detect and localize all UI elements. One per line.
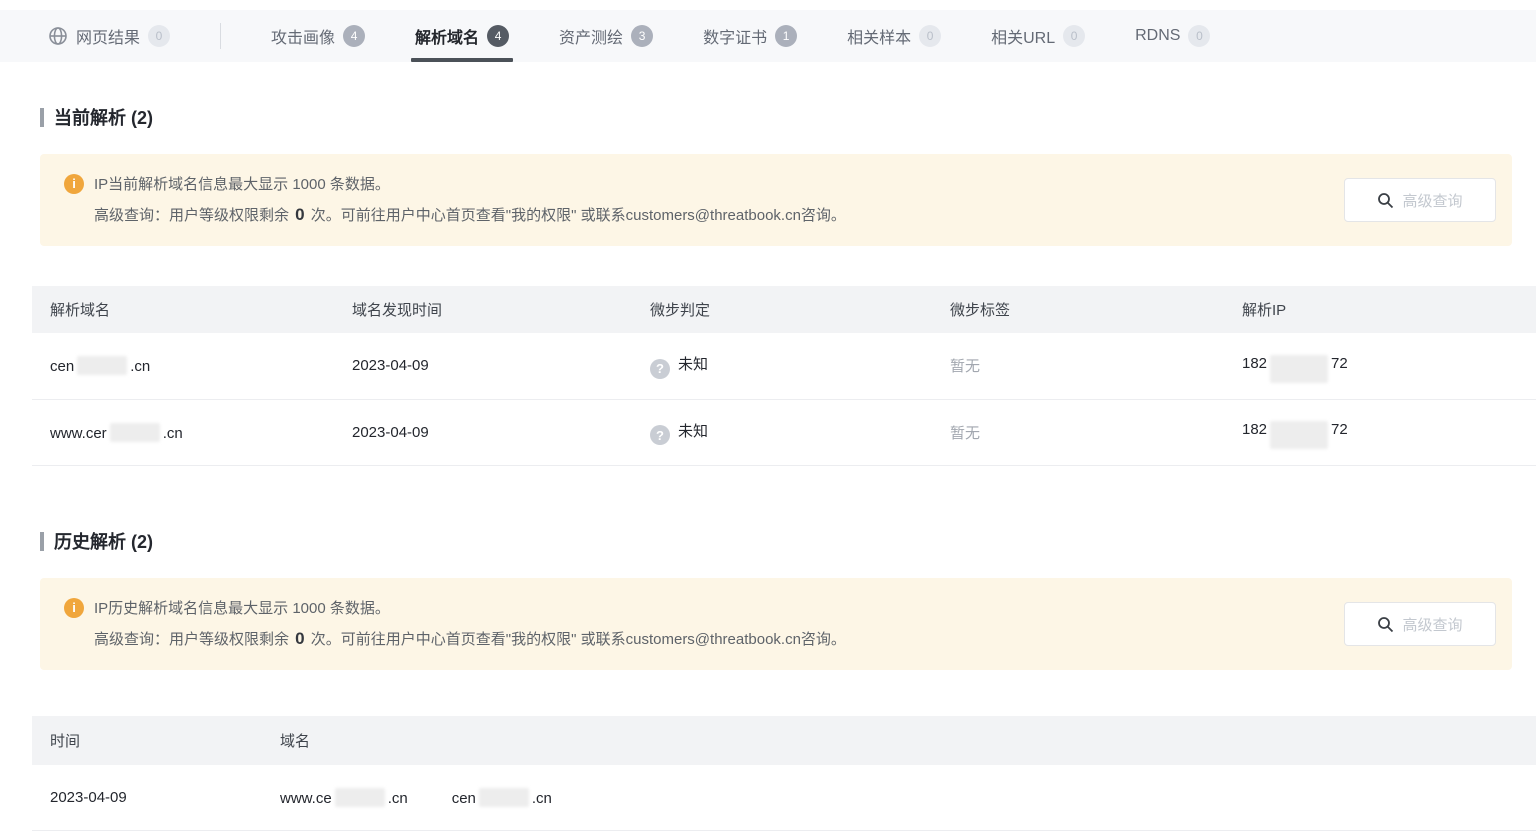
cell-found-time: 2023-04-09 xyxy=(334,404,632,461)
section-title-current: 当前解析 (2) xyxy=(40,104,1536,130)
table-row: cen.cn 2023-04-09 ?未知 暂无 18272 xyxy=(32,333,1536,400)
col-header-ip: 解析IP xyxy=(1224,286,1536,333)
tab-digital-certificates[interactable]: 数字证书 1 xyxy=(703,10,797,62)
col-header-found-time: 域名发现时间 xyxy=(334,286,632,333)
tab-count-badge: 0 xyxy=(148,25,170,47)
info-icon: i xyxy=(64,174,84,194)
cell-tags: 暂无 xyxy=(932,335,1224,396)
search-icon xyxy=(1377,192,1394,209)
col-header-domain: 解析域名 xyxy=(32,286,334,333)
cell-ip: 18272 xyxy=(1224,401,1536,463)
tab-divider xyxy=(220,23,221,49)
notice-banner-history: i IP历史解析域名信息最大显示 1000 条数据。 高级查询：用户等级权限剩余… xyxy=(40,578,1512,670)
section-title-text: 当前解析 (2) xyxy=(54,104,153,130)
tab-related-urls[interactable]: 相关URL 0 xyxy=(991,10,1085,62)
tab-related-samples[interactable]: 相关样本 0 xyxy=(847,10,941,62)
cell-ip: 18272 xyxy=(1224,335,1536,397)
cell-time: 2023-04-09 xyxy=(32,766,262,829)
cell-domain: www.cer.cn xyxy=(32,403,334,462)
current-resolution-table: 解析域名 域名发现时间 微步判定 微步标签 解析IP cen.cn 2023-0… xyxy=(32,286,1536,466)
history-resolution-section: 历史解析 (2) i IP历史解析域名信息最大显示 1000 条数据。 高级查询… xyxy=(0,528,1536,831)
redacted-area xyxy=(335,788,385,807)
cell-domain: cen.cn xyxy=(32,336,334,395)
cell-verdict: ?未知 xyxy=(632,333,932,399)
redacted-area xyxy=(479,788,529,807)
cell-verdict: ?未知 xyxy=(632,400,932,466)
tab-count-badge: 0 xyxy=(1188,25,1210,47)
domain-item: cen.cn xyxy=(452,788,552,807)
tab-count-badge: 4 xyxy=(487,25,509,47)
tab-label: 攻击画像 xyxy=(271,24,335,48)
unknown-question-icon: ? xyxy=(650,425,670,445)
info-icon: i xyxy=(64,598,84,618)
tab-attack-profile[interactable]: 攻击画像 4 xyxy=(271,10,365,62)
redacted-area xyxy=(77,356,127,375)
col-header-time: 时间 xyxy=(32,716,262,765)
tab-web-results[interactable]: 网页结果 0 xyxy=(48,10,170,62)
section-title-text: 历史解析 (2) xyxy=(54,528,153,554)
redacted-area xyxy=(1270,355,1328,383)
redacted-area xyxy=(1270,421,1328,449)
advanced-query-button[interactable]: 高级查询 xyxy=(1344,178,1496,222)
unknown-question-icon: ? xyxy=(650,359,670,379)
advanced-query-button[interactable]: 高级查询 xyxy=(1344,602,1496,646)
notice-line-2: 高级查询：用户等级权限剩余 0 次。可前往用户中心首页查看"我的权限" 或联系c… xyxy=(94,204,1322,225)
notice-line-1: i IP当前解析域名信息最大显示 1000 条数据。 xyxy=(64,173,1322,194)
tab-count-badge: 0 xyxy=(1063,25,1085,47)
tab-bar: 网页结果 0 攻击画像 4 解析域名 4 资产测绘 3 数字证书 1 相关样本 … xyxy=(0,10,1536,62)
notice-banner-current: i IP当前解析域名信息最大显示 1000 条数据。 高级查询：用户等级权限剩余… xyxy=(40,154,1512,246)
tab-label: 资产测绘 xyxy=(559,24,623,48)
tab-label: RDNS xyxy=(1135,27,1180,45)
history-resolution-table: 时间 域名 2023-04-09 www.ce.cn cen.cn xyxy=(32,716,1536,831)
tab-rdns[interactable]: RDNS 0 xyxy=(1135,10,1210,62)
notice-line-1: i IP历史解析域名信息最大显示 1000 条数据。 xyxy=(64,597,1322,618)
table-header-row: 解析域名 域名发现时间 微步判定 微步标签 解析IP xyxy=(32,286,1536,333)
current-resolution-section: 当前解析 (2) i IP当前解析域名信息最大显示 1000 条数据。 高级查询… xyxy=(0,104,1536,466)
tab-label: 解析域名 xyxy=(415,24,479,48)
section-title-history: 历史解析 (2) xyxy=(40,528,1536,554)
col-header-tags: 微步标签 xyxy=(932,286,1224,333)
tab-label: 相关样本 xyxy=(847,24,911,48)
globe-icon xyxy=(48,26,68,46)
cell-tags: 暂无 xyxy=(932,402,1224,463)
tab-count-badge: 3 xyxy=(631,25,653,47)
cell-found-time: 2023-04-09 xyxy=(334,337,632,394)
table-row: www.cer.cn 2023-04-09 ?未知 暂无 18272 xyxy=(32,400,1536,467)
col-header-domain: 域名 xyxy=(262,716,1536,765)
table-header-row: 时间 域名 xyxy=(32,716,1536,765)
title-accent-bar xyxy=(40,532,44,551)
tab-count-badge: 4 xyxy=(343,25,365,47)
tab-count-badge: 1 xyxy=(775,25,797,47)
tab-asset-mapping[interactable]: 资产测绘 3 xyxy=(559,10,653,62)
tab-count-badge: 0 xyxy=(919,25,941,47)
tab-label: 网页结果 xyxy=(76,24,140,48)
tab-label: 相关URL xyxy=(991,24,1055,48)
cell-domains: www.ce.cn cen.cn xyxy=(262,765,1536,830)
redacted-area xyxy=(110,423,160,442)
title-accent-bar xyxy=(40,108,44,127)
domain-item: www.ce.cn xyxy=(280,788,408,807)
col-header-verdict: 微步判定 xyxy=(632,286,932,333)
notice-line-2: 高级查询：用户等级权限剩余 0 次。可前往用户中心首页查看"我的权限" 或联系c… xyxy=(94,628,1322,649)
search-icon xyxy=(1377,616,1394,633)
tab-resolved-domains[interactable]: 解析域名 4 xyxy=(415,10,509,62)
tab-label: 数字证书 xyxy=(703,24,767,48)
table-row: 2023-04-09 www.ce.cn cen.cn xyxy=(32,765,1536,831)
